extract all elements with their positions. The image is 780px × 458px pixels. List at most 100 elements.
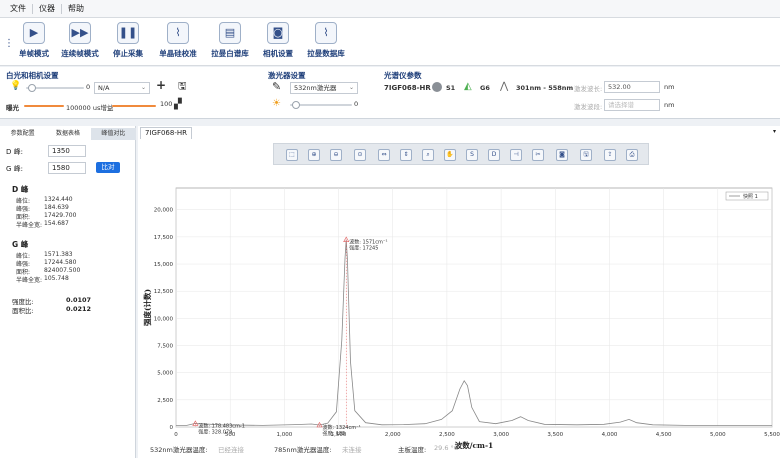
menu-file[interactable]: 文件	[4, 3, 33, 14]
x-tick-label: 1,000	[276, 432, 292, 438]
marker-label: 强度: 328.079	[198, 428, 232, 435]
panel-menu-icon[interactable]: ▾	[773, 128, 776, 135]
marker-label: 强度: 185	[322, 430, 345, 437]
s1-label: S1	[446, 84, 456, 92]
d-peak-half-label: 半峰全宽:	[16, 222, 43, 229]
white-light-value: 0	[86, 83, 91, 91]
tab-params[interactable]: 参数配置	[0, 128, 45, 140]
range-icon: ⋀	[500, 81, 509, 92]
spectrum-chart[interactable]: 0 500 1,000 1,500 2,000 2,500 3,000 3,500 4,000 4…	[138, 140, 780, 458]
laser-select[interactable]: 532nm激光器 ⌄	[290, 82, 358, 94]
chevron-down-icon: ⌄	[140, 84, 146, 91]
marker-label: 波数: 1571cm⁻¹	[349, 239, 387, 246]
board-temp-label: 主板温度:	[398, 446, 427, 454]
y-tick-label: 12,500	[154, 289, 174, 295]
qr-icon[interactable]: ▞	[174, 99, 182, 110]
g-peak-half-label: 半峰全宽:	[16, 277, 43, 284]
status-footer: 532nm激光器温度: 已经连接 785nm激光器温度: 未连接 主板温度: 2…	[150, 444, 770, 456]
d-peak-half-row: 半峰全宽: 154.687	[16, 220, 69, 229]
pause-icon: ❚❚	[117, 22, 139, 44]
gain-value: 100	[160, 100, 173, 108]
laser532-temp-value: 已经连接	[218, 446, 244, 454]
white-light-mode-select[interactable]: N/A ⌄	[94, 82, 150, 94]
menu-help[interactable]: 帮助	[62, 4, 90, 14]
g-peak-fwhm: 17244.580	[44, 259, 77, 266]
board-temp-value: 29.6 °C	[434, 444, 459, 452]
exposure-slider[interactable]	[24, 105, 64, 107]
left-panel: 参数配置 数据表格 峰值对比 D 峰: 1350 G 峰: 1580 比对 D …	[0, 126, 136, 458]
center-unit: nm	[664, 83, 675, 91]
d-peak-area: 17429.700	[44, 212, 77, 219]
marker-label: 波数: 178.483cm-1	[198, 422, 245, 429]
settings-panel: 白光和相机设置 💡 0 N/A ⌄ + 🖫 曝光 100000 us增益 100…	[0, 67, 780, 119]
spectrum-icon: ⌇	[167, 22, 189, 44]
laser-power-knob[interactable]	[292, 101, 300, 109]
menu-instrument[interactable]: 仪器	[33, 3, 62, 14]
white-light-slider-knob[interactable]	[28, 84, 36, 92]
plot-frame	[175, 187, 773, 428]
tab-table[interactable]: 数据表格	[45, 128, 90, 140]
add-icon[interactable]: +	[156, 78, 166, 92]
g-peak-half: 105.748	[44, 275, 69, 282]
database-icon: ⌇	[315, 22, 337, 44]
gain-slider[interactable]	[112, 105, 156, 107]
chevron-down-icon: ⌄	[348, 84, 354, 91]
extra-unit: nm	[664, 101, 675, 109]
d-peak-title: D 峰	[12, 185, 29, 194]
sun-icon: ☀	[272, 98, 281, 109]
raman-database-button[interactable]: ⌇ 拉曼数据库	[296, 22, 356, 64]
center-label: 激发波长:	[574, 85, 603, 93]
y-tick-label: 0	[170, 425, 174, 431]
exposure-value: 100000 us增益	[66, 104, 114, 112]
d-peak-input[interactable]: 1350	[48, 145, 86, 157]
laser-select-value: 532nm激光器	[294, 84, 337, 92]
y-tick-label: 17,500	[154, 235, 174, 241]
extra-input[interactable]: 请选择谱	[604, 99, 660, 111]
spectrometer-title: 光谱仪参数	[384, 71, 422, 80]
d-peak-pos: 1324.440	[44, 196, 73, 203]
si-calibration-label: 单晶硅校准	[159, 49, 197, 58]
chart-area: 7IGF068-HR ▾ ⬚ ⊕ ⊖ ⊙ ⇔ ⇕ ⌕ ✋ S D ⊣ ✂ ◙ 🖫 ⇪ ⎙ 0 500 1,000 1…	[138, 126, 780, 458]
x-tick-label: 0	[174, 432, 178, 438]
d-peak-half: 154.687	[44, 220, 69, 227]
x-tick-label: 4,000	[602, 432, 618, 438]
g6-label: G6	[480, 84, 490, 92]
raman-database-label: 拉曼数据库	[307, 49, 345, 58]
laser-pen-icon: ✎	[272, 80, 282, 93]
grating-icon: ◭	[464, 81, 472, 92]
save-icon[interactable]: 🖫	[178, 79, 187, 96]
x-tick-label: 2,000	[385, 432, 401, 438]
area-ratio-row: 面积比: 0.0212	[12, 305, 91, 315]
chart-doc-tab[interactable]: 7IGF068-HR	[140, 127, 192, 139]
wavelength-range: 301nm - 558nm	[516, 84, 574, 92]
y-axis-label: 强度(计数)	[142, 289, 152, 326]
g-peak-area: 824007.500	[44, 267, 81, 274]
g-peak-title: G 峰	[12, 240, 29, 249]
x-tick-label: 4,500	[656, 432, 672, 438]
d-peak-fwhm: 184.639	[44, 204, 69, 211]
marker-label: 强度: 17245	[349, 245, 378, 252]
center-wavelength-input[interactable]: 532.00	[604, 81, 660, 93]
intensity-ratio: 0.0107	[66, 296, 92, 304]
compare-button[interactable]: 比对	[96, 162, 120, 173]
g-peak-half-row: 半峰全宽: 105.748	[16, 275, 69, 284]
white-light-title: 白光和相机设置	[6, 71, 59, 80]
spectrometer-model: 7IGF068-HR	[384, 84, 431, 92]
x-tick-label: 2,500	[439, 432, 455, 438]
fast-forward-icon: ▶▶	[69, 22, 91, 44]
y-tick-label: 20,000	[154, 208, 174, 214]
y-tick-label: 15,000	[154, 262, 174, 268]
tab-peak-compare[interactable]: 峰值对比	[90, 128, 136, 140]
main-toolbar: ⋮ ▶ 单帧模式 ▶▶ 连续帧模式 ❚❚ 停止采集 ⌇ 单晶硅校准 ▤ 拉曼白谱…	[0, 18, 780, 66]
y-tick-label: 2,500	[157, 398, 173, 404]
laser-power-value: 0	[354, 100, 359, 108]
area-ratio: 0.0212	[66, 305, 92, 313]
exposure-label: 曝光	[6, 104, 19, 112]
marker-label: 波数: 1324cm⁻¹	[322, 424, 360, 431]
menu-bar: 文件 仪器 帮助	[0, 0, 780, 18]
x-tick-label: 3,000	[493, 432, 509, 438]
y-tick-label: 5,000	[157, 371, 173, 377]
s1-indicator-icon	[432, 82, 442, 92]
si-calibration-button[interactable]: ⌇ 单晶硅校准	[148, 22, 208, 64]
g-peak-input[interactable]: 1580	[48, 162, 86, 174]
